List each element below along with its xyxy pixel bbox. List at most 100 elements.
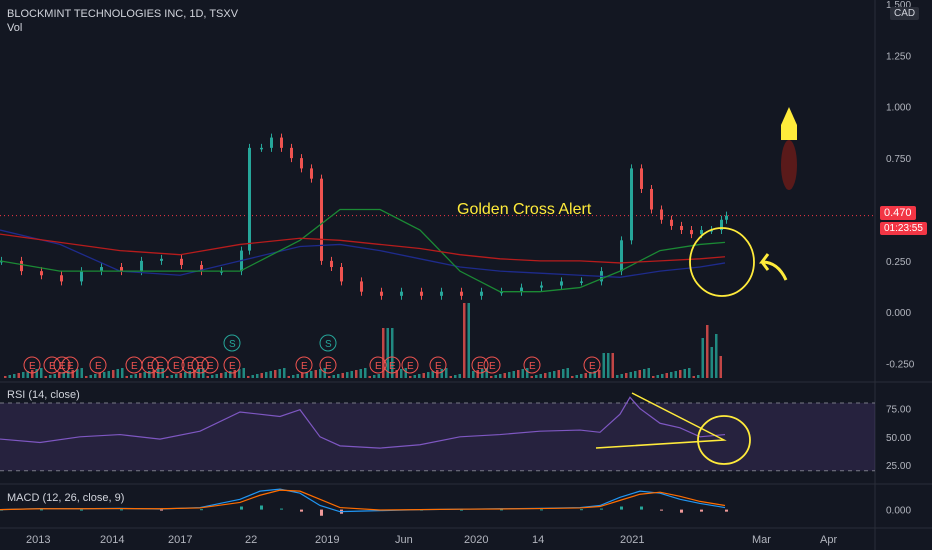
volume-bar <box>701 338 704 378</box>
time-tick-label: 2013 <box>26 534 50 546</box>
earnings-marker-label: E <box>197 361 204 372</box>
candle <box>360 281 363 292</box>
volume-bar <box>251 375 254 378</box>
volume-bar <box>602 353 605 378</box>
volume-bar <box>706 325 709 378</box>
macd-histogram-bar <box>640 506 643 510</box>
volume-bar <box>269 371 272 378</box>
macd-histogram-bar <box>660 509 663 511</box>
macd-histogram-bar <box>620 506 623 510</box>
candle <box>460 291 463 296</box>
volume-bar <box>467 303 470 378</box>
price-tick-label: 0.250 <box>886 257 911 268</box>
volume-bar <box>296 374 299 378</box>
candle <box>560 281 563 286</box>
candle <box>290 147 293 159</box>
volume-bar <box>17 373 20 378</box>
volume-bar <box>499 374 502 378</box>
volume-bar <box>8 375 11 378</box>
volume-bar <box>665 373 668 378</box>
volume-bar <box>350 371 353 378</box>
volume-bar <box>220 373 223 378</box>
rsi-band <box>0 402 875 471</box>
earnings-marker-label: E <box>229 361 236 372</box>
volume-bar <box>377 374 380 378</box>
volume-bar <box>22 372 25 378</box>
earnings-marker-label: E <box>147 361 154 372</box>
volume-bar <box>134 374 137 378</box>
candle <box>320 178 323 261</box>
volume-bar <box>643 369 646 378</box>
rsi-title: RSI (14, close) <box>7 389 80 401</box>
candle <box>300 158 303 169</box>
earnings-marker-label: E <box>29 361 36 372</box>
candle <box>400 291 403 296</box>
volume-bar <box>638 370 641 378</box>
rsi-tick-label: 75.00 <box>886 405 911 416</box>
earnings-marker-label: E <box>477 361 484 372</box>
time-tick-label: 2020 <box>464 534 488 546</box>
volume-bar <box>670 372 673 378</box>
time-tick-label: 2014 <box>100 534 124 546</box>
golden-cross-annotation: Golden Cross Alert <box>457 201 592 218</box>
volume-bar <box>521 369 524 378</box>
volume-bar <box>409 376 412 378</box>
time-tick-label: 2019 <box>315 534 339 546</box>
volume-bar <box>553 371 556 378</box>
volume-bar <box>40 368 43 378</box>
volume-bar <box>503 373 506 378</box>
volume-bar <box>355 370 358 378</box>
time-tick-label: Mar <box>752 534 771 546</box>
volume-bar <box>89 375 92 378</box>
volume-bar <box>44 376 47 378</box>
candle <box>380 291 383 296</box>
earnings-marker-label: E <box>95 361 102 372</box>
macd-histogram-bar <box>725 509 728 512</box>
candle <box>80 271 83 282</box>
time-tick-label: 2021 <box>620 534 644 546</box>
volume-bar <box>346 372 349 378</box>
volume-bar <box>179 373 182 378</box>
candle <box>260 147 263 150</box>
volume-bar <box>544 373 547 378</box>
price-tick-label: 0.000 <box>886 308 911 319</box>
candle <box>280 137 283 148</box>
candle <box>725 215 728 220</box>
volume-bar <box>301 373 304 378</box>
volume-bar <box>80 368 83 378</box>
price-tick-label: 0.750 <box>886 154 911 165</box>
candle <box>20 260 23 272</box>
volume-bar <box>130 375 133 378</box>
candle <box>620 240 623 272</box>
macd-histogram-bar <box>540 509 543 511</box>
split-marker-label: S <box>325 339 332 350</box>
volume-bar <box>337 374 340 378</box>
volume-bar <box>175 374 178 378</box>
chart-canvas[interactable]: 1.5001.2501.0000.7500.5000.2500.000-0.25… <box>0 0 932 550</box>
volume-bar <box>566 368 569 378</box>
volume-bar <box>656 375 659 378</box>
rocket-trail-icon <box>781 140 797 190</box>
volume-bar <box>215 374 218 378</box>
earnings-marker-label: E <box>173 361 180 372</box>
volume-bar <box>494 375 497 378</box>
split-marker-label: S <box>229 339 236 350</box>
volume-bar <box>584 373 587 378</box>
candle <box>180 258 183 265</box>
earnings-marker-label: E <box>589 361 596 372</box>
volume-bar <box>211 375 214 378</box>
volume-bar <box>292 375 295 378</box>
volume-bar <box>94 374 97 378</box>
macd-histogram-bar <box>320 509 323 516</box>
volume-bar <box>121 368 124 378</box>
volume-bar <box>535 375 538 378</box>
volume-bar <box>463 303 466 378</box>
candle <box>248 147 251 251</box>
volume-bar <box>287 376 290 378</box>
volume-bar <box>548 372 551 378</box>
price-tick-label: -0.250 <box>886 360 915 371</box>
last-price-tag: 0.470 <box>880 206 916 220</box>
macd-histogram-bar <box>40 509 43 511</box>
volume-bar <box>148 371 151 378</box>
rsi-tick-label: 50.00 <box>886 433 911 444</box>
